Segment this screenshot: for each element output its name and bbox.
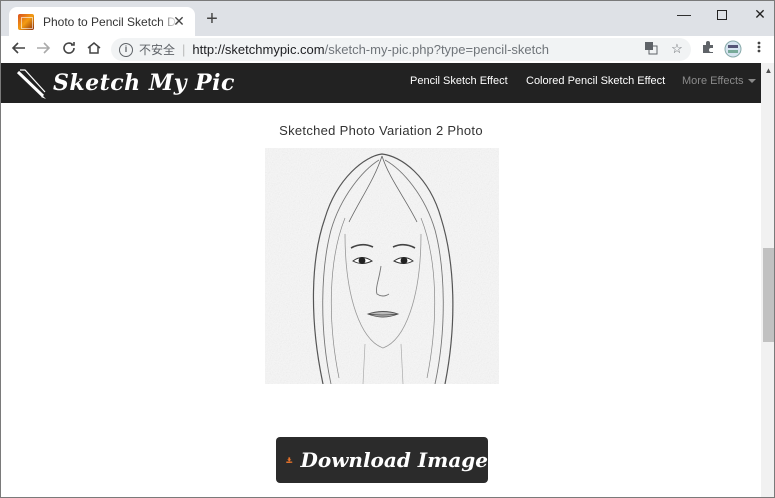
nav-pencil-sketch[interactable]: Pencil Sketch Effect [410,75,508,87]
omnibox-divider: | [182,42,186,57]
brand-logo[interactable]: Sketch My Pic [15,65,235,101]
main-content: Sketched Photo Variation 2 Photo Downloa… [1,103,761,497]
profile-icon[interactable] [723,40,743,60]
info-icon[interactable]: i [119,42,133,57]
back-icon[interactable] [9,40,29,60]
scroll-up-arrow-icon[interactable]: ▲ [761,63,774,78]
scroll-thumb[interactable] [763,248,774,342]
new-tab-button[interactable]: + [203,9,221,29]
browser-toolbar: i 不安全 | http://sketchmypic.com/sketch-my… [1,36,774,63]
translate-icon[interactable] [643,41,659,57]
nav-more-effects[interactable]: More Effects [682,75,756,87]
tab-close-icon[interactable]: ✕ [171,13,187,29]
maximize-icon [717,10,727,20]
url-path: /sketch-my-pic.php?type=pencil-sketch [324,42,549,57]
nav-colored-pencil-sketch[interactable]: Colored Pencil Sketch Effect [526,75,665,87]
pencil-logo-icon [16,69,46,99]
browser-tab[interactable]: Photo to Pencil Sketch Downlo ✕ [9,7,195,36]
browser-window: Photo to Pencil Sketch Downlo ✕ + — ✕ i … [0,0,775,498]
menu-icon[interactable] [749,40,769,60]
page-scrollbar[interactable]: ▲ [761,63,774,497]
caret-down-icon [747,79,756,84]
download-button-label: Download Image [300,448,488,472]
reload-icon[interactable] [59,40,79,60]
nav-more-effects-label: More Effects [682,75,744,87]
favicon-icon [18,13,34,30]
brand-name: Sketch My Pic [53,70,235,96]
address-bar[interactable]: i 不安全 | http://sketchmypic.com/sketch-my… [111,38,691,61]
home-icon[interactable] [84,40,104,60]
tab-title: Photo to Pencil Sketch Downlo [43,14,179,29]
window-close-button[interactable]: ✕ [737,1,774,29]
star-icon[interactable]: ☆ [669,41,685,57]
site-navbar: Sketch My Pic Pencil Sketch Effect Color… [1,63,761,103]
insecure-label: 不安全 [139,43,176,57]
page-heading: Sketched Photo Variation 2 Photo [279,123,483,138]
download-image-button[interactable]: Download Image [276,437,488,483]
download-icon [286,457,293,463]
forward-icon[interactable] [33,40,53,60]
tab-strip: Photo to Pencil Sketch Downlo ✕ + — ✕ [1,1,774,36]
sketched-photo [265,148,499,384]
url-host: http://sketchmypic.com [192,42,325,57]
extensions-icon[interactable] [698,40,718,60]
